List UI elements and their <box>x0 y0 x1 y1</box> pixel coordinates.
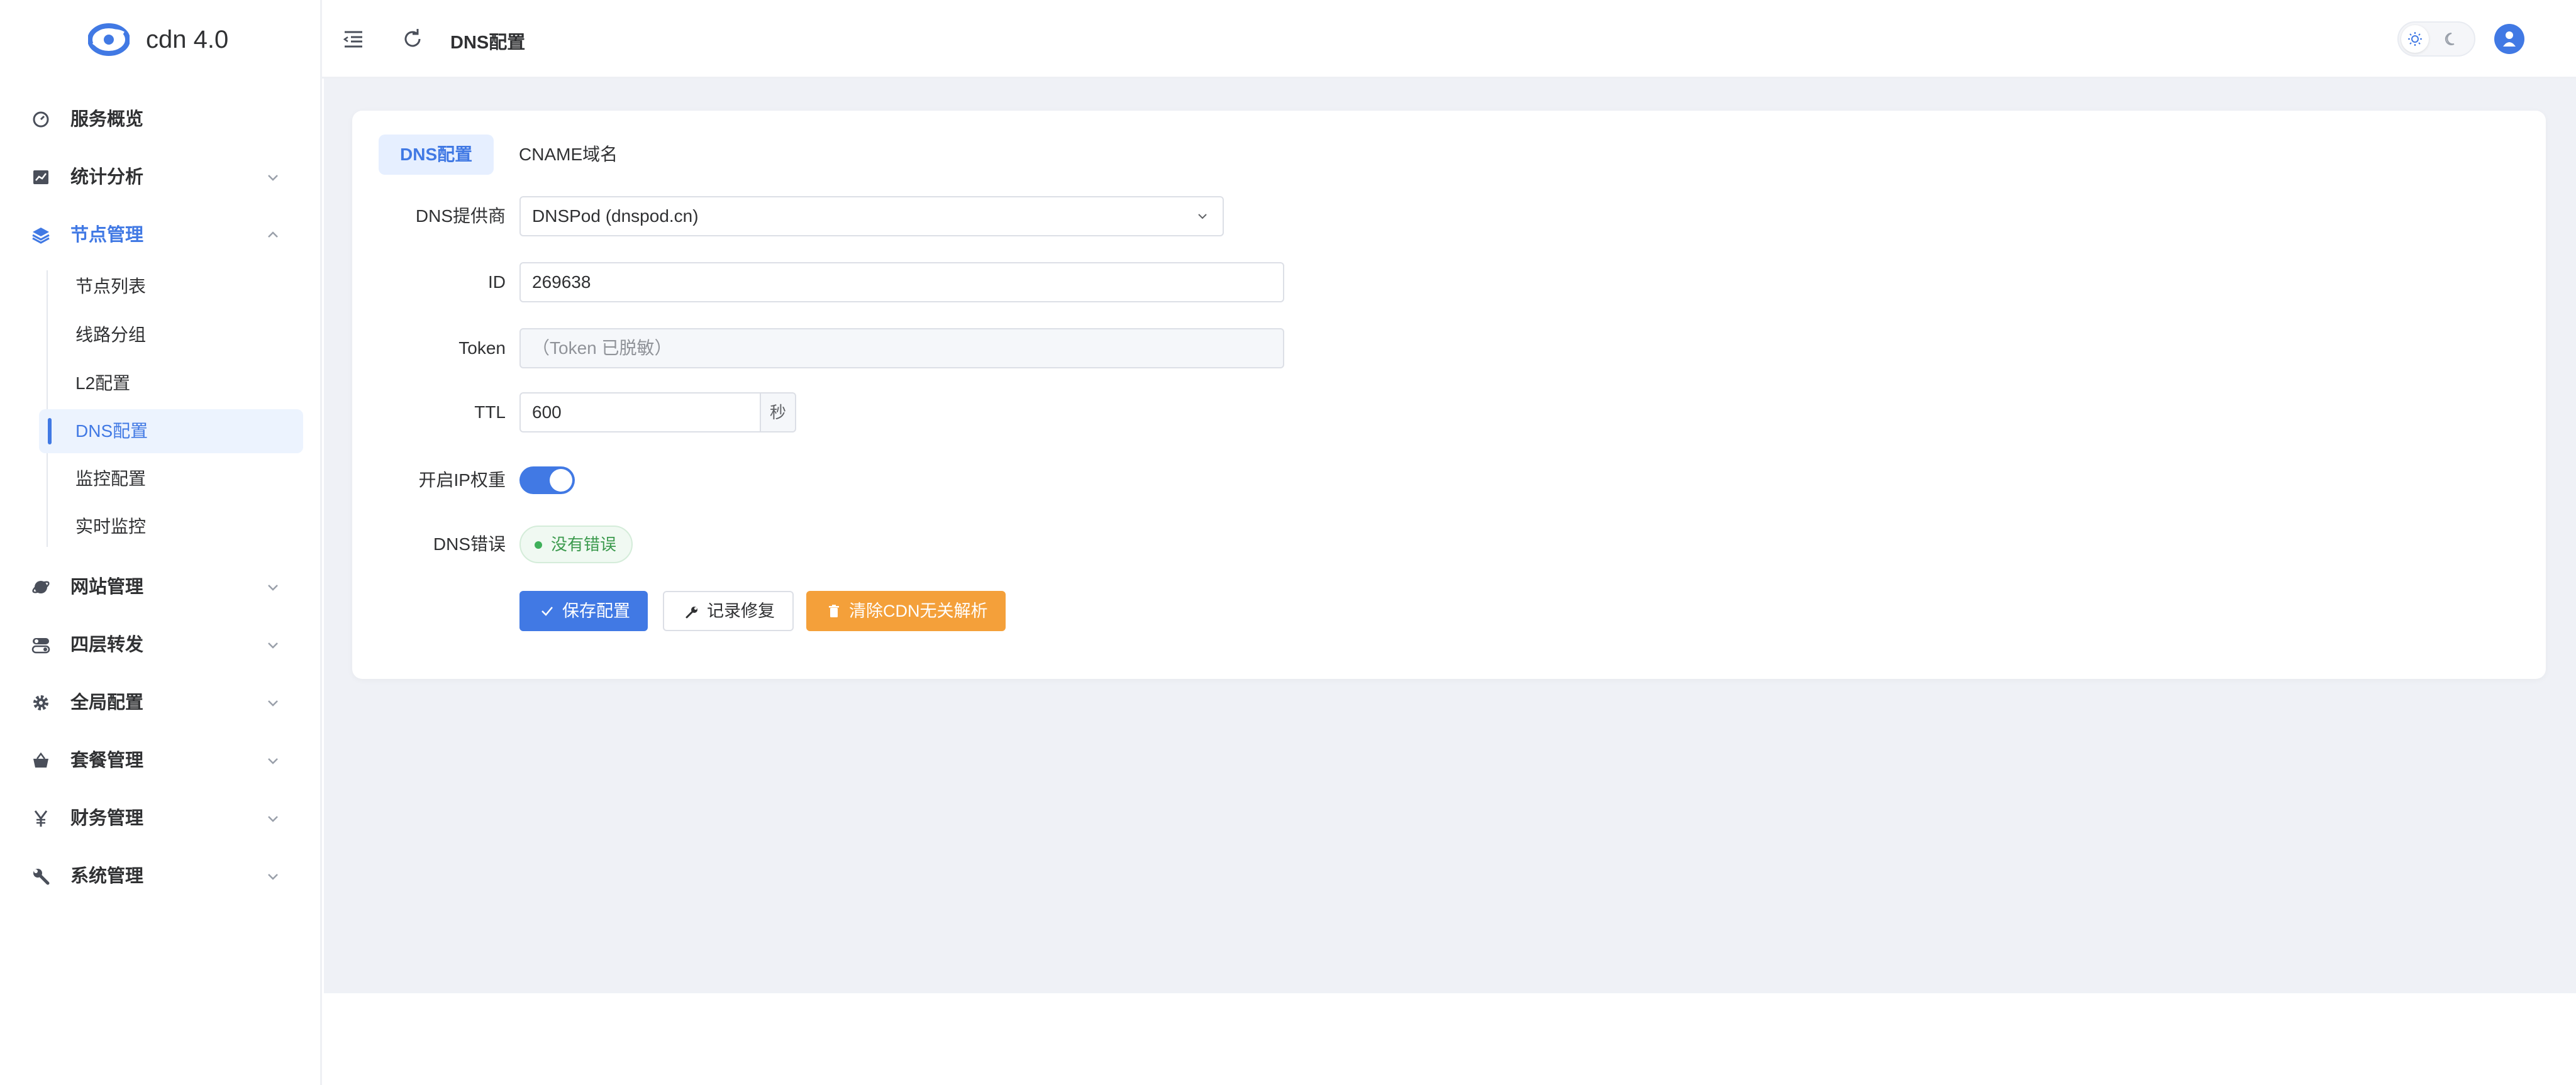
wrench-icon <box>686 607 697 619</box>
light-mode-button[interactable] <box>2401 25 2429 53</box>
submenu-item-line-groups[interactable]: 线路分组 <box>39 313 303 357</box>
chevron-up-icon <box>268 231 278 238</box>
clear-cdn-records-button[interactable]: 清除CDN无关解析 <box>806 591 1006 631</box>
record-repair-label: 记录修复 <box>707 602 775 620</box>
theme-toggle[interactable] <box>2397 21 2475 57</box>
dns-provider-select[interactable]: DNSPod (dnspod.cn) <box>519 196 1224 236</box>
check-icon <box>541 607 553 616</box>
menu-item-websites[interactable]: 网站管理 <box>0 561 322 614</box>
menu-item-overview[interactable]: 服务概览 <box>0 93 322 146</box>
token-input[interactable]: （Token 已脱敏） <box>519 328 1284 368</box>
dns-status-text: 没有错误 <box>551 535 617 554</box>
menu-label: 网站管理 <box>70 577 144 597</box>
status-dot <box>535 541 542 549</box>
dashboard-icon <box>33 111 49 128</box>
sun-icon <box>2408 32 2422 46</box>
chevron-down-icon <box>268 175 278 181</box>
menu-item-finance[interactable]: 财务管理 <box>0 792 322 845</box>
refresh-icon[interactable] <box>400 26 425 52</box>
tab-cname-domain[interactable]: CNAME域名 <box>519 135 618 175</box>
token-label: Token <box>458 338 506 358</box>
ttl-unit: 秒 <box>760 392 796 432</box>
submenu-item-l2-config[interactable]: L2配置 <box>39 361 303 405</box>
ttl-label: TTL <box>474 402 506 422</box>
logo[interactable]: cdn 4.0 <box>0 0 322 79</box>
menu-label: 套餐管理 <box>70 751 144 771</box>
menu-label: 财务管理 <box>70 808 144 829</box>
dns-status-badge: 没有错误 <box>519 526 633 563</box>
menu-item-l4-forwarding[interactable]: 四层转发 <box>0 619 322 671</box>
id-input[interactable]: 269638 <box>519 262 1284 302</box>
submenu-item-monitor-config[interactable]: 监控配置 <box>39 457 303 501</box>
menu-item-global-config[interactable]: 全局配置 <box>0 676 322 729</box>
wrench-icon <box>33 869 50 885</box>
menu-item-system[interactable]: 系统管理 <box>0 850 322 903</box>
tab-dns-config[interactable]: DNS配置 <box>379 135 494 175</box>
submenu-item-realtime-monitor[interactable]: 实时监控 <box>39 505 303 549</box>
menu-label: 统计分析 <box>70 167 144 187</box>
chart-icon <box>33 170 48 184</box>
dns-config-card: DNS配置 CNAME域名 DNS提供商 DNSPod (dnspod.cn) … <box>352 111 2546 679</box>
page-title: DNS配置 <box>450 33 526 53</box>
app-name: cdn 4.0 <box>146 26 229 53</box>
chevron-down-icon <box>268 642 278 649</box>
menu-label: 节点管理 <box>70 225 144 245</box>
collapse-menu-icon[interactable] <box>341 26 366 52</box>
ttl-input[interactable]: 600 <box>519 392 761 432</box>
save-config-label: 保存配置 <box>562 602 630 620</box>
chevron-down-icon <box>268 816 278 822</box>
trash-icon <box>829 605 839 617</box>
user-icon <box>2503 31 2516 47</box>
menu-item-packages[interactable]: 套餐管理 <box>0 734 322 787</box>
globe-icon <box>32 581 50 593</box>
gear-icon <box>33 695 48 710</box>
menu-label: 系统管理 <box>70 866 144 886</box>
switch-knob <box>550 469 572 492</box>
chevron-down-icon <box>1198 214 1207 219</box>
ip-weight-label: 开启IP权重 <box>418 470 506 490</box>
dns-error-label: DNS错误 <box>433 534 506 554</box>
submenu-item-dns-config[interactable]: DNS配置 <box>39 409 303 453</box>
menu-label: 四层转发 <box>70 635 144 655</box>
id-label: ID <box>488 272 506 292</box>
clear-cdn-records-label: 清除CDN无关解析 <box>849 602 988 620</box>
yen-icon <box>34 810 48 827</box>
user-avatar[interactable] <box>2494 24 2524 54</box>
dns-provider-label: DNS提供商 <box>415 206 506 226</box>
logo-icon <box>88 23 130 56</box>
chevron-down-icon <box>268 874 278 880</box>
menu-item-statistics[interactable]: 统计分析 <box>0 151 322 204</box>
dns-provider-value: DNSPod (dnspod.cn) <box>532 206 699 226</box>
chevron-down-icon <box>268 758 278 764</box>
menu-label: 全局配置 <box>70 693 144 713</box>
toggle-icon <box>31 638 50 654</box>
chevron-down-icon <box>268 585 278 591</box>
record-repair-button[interactable]: 记录修复 <box>663 591 794 631</box>
sidebar: cdn 4.0 服务概览 统计分析 节点管理 节点列表 线路分组 L2配置 DN… <box>0 0 322 1085</box>
moon-icon[interactable] <box>2443 31 2459 48</box>
menu-label: 服务概览 <box>70 109 144 129</box>
save-config-button[interactable]: 保存配置 <box>519 591 648 631</box>
basket-icon <box>33 752 48 768</box>
menu-item-nodes[interactable]: 节点管理 <box>0 209 322 262</box>
chevron-down-icon <box>268 700 278 707</box>
submenu-item-node-list[interactable]: 节点列表 <box>39 265 303 309</box>
layers-icon <box>32 228 50 244</box>
top-header: DNS配置 <box>322 0 2576 79</box>
ip-weight-switch[interactable] <box>519 466 575 494</box>
